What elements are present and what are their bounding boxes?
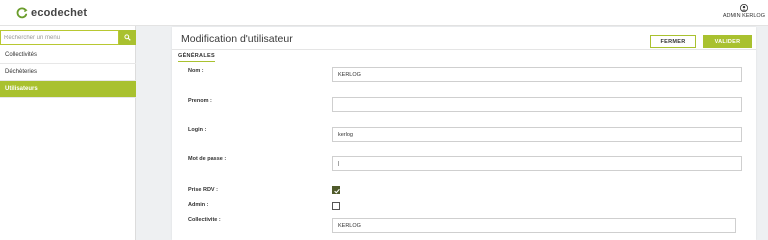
collectivite-select[interactable]: KERLOG — [332, 218, 736, 233]
password-field[interactable]: | — [332, 156, 742, 171]
admin-checkbox[interactable] — [332, 202, 340, 210]
sidebar: Collectivités Déchèteries Utilisateurs — [0, 26, 136, 240]
page-title: Modification d'utilisateur — [181, 33, 293, 45]
sidebar-item-collectivites[interactable]: Collectivités — [0, 47, 136, 64]
logo[interactable]: ecodechet — [16, 5, 87, 21]
user-menu[interactable]: ADMIN KERLOG — [723, 4, 765, 19]
edit-user-panel: Modification d'utilisateur FERMER VALIDE… — [172, 27, 756, 240]
prise-rdv-label: Prise RDV : — [188, 187, 218, 193]
login-field[interactable]: kerlog — [332, 127, 742, 142]
logo-text: ecodechet — [31, 7, 88, 19]
collectivite-label: Collectivite : — [188, 217, 221, 223]
search-button[interactable] — [119, 30, 136, 45]
prenom-field[interactable] — [332, 97, 742, 112]
nom-label: Nom : — [188, 68, 204, 74]
tab-generales[interactable]: GÉNÉRALES — [178, 53, 215, 62]
logo-icon — [16, 7, 28, 19]
sidebar-item-decheteries[interactable]: Déchèteries — [0, 64, 136, 81]
menu-search-input[interactable] — [0, 30, 119, 45]
sidebar-menu: Collectivités Déchèteries Utilisateurs — [0, 47, 136, 98]
search-icon — [124, 34, 131, 41]
checkmark-icon — [334, 188, 340, 194]
sidebar-item-utilisateurs[interactable]: Utilisateurs — [0, 81, 136, 98]
menu-search — [0, 30, 136, 45]
validate-button[interactable]: VALIDER — [703, 35, 752, 48]
nom-field[interactable]: KERLOG — [332, 67, 742, 82]
header-divider — [172, 49, 756, 50]
admin-label: Admin : — [188, 202, 209, 208]
user-label: ADMIN KERLOG — [722, 13, 765, 19]
user-icon — [739, 4, 748, 12]
password-label: Mot de passe : — [188, 156, 227, 162]
top-bar: ecodechet ADMIN KERLOG — [0, 0, 768, 26]
login-label: Login : — [188, 127, 207, 133]
close-button[interactable]: FERMER — [650, 35, 696, 48]
prenom-label: Prenom : — [188, 98, 212, 104]
prise-rdv-checkbox[interactable] — [332, 186, 340, 194]
